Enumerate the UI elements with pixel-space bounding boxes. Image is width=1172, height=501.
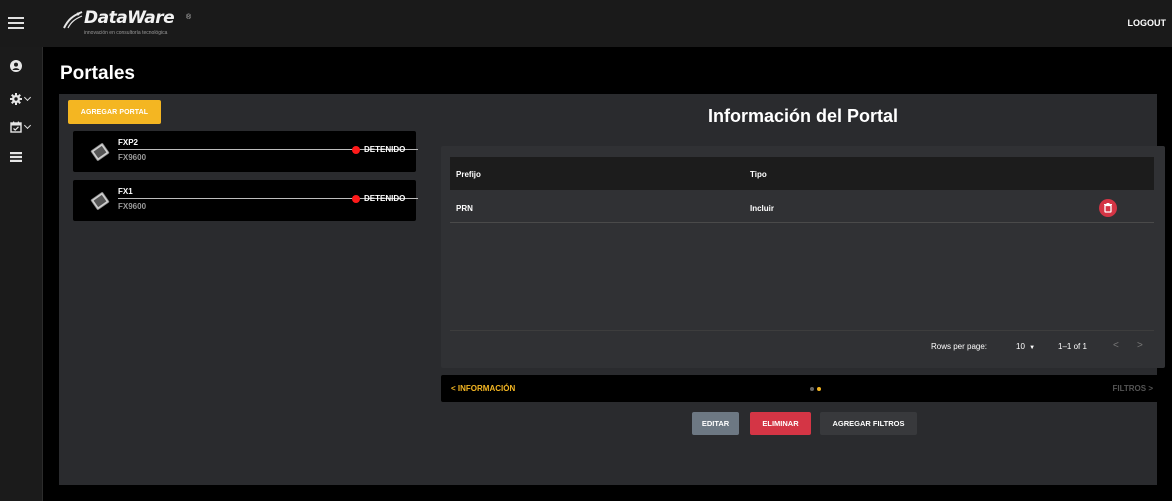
portal-name: FXP2 (118, 138, 139, 147)
logout-button[interactable]: LOGOUT (1128, 18, 1167, 28)
status-dot-stopped (352, 195, 360, 203)
table-header: Prefijo Tipo (450, 157, 1154, 190)
logo-registered-mark: ® (186, 14, 192, 21)
portal-card[interactable]: FXP2 FX9600 DETENIDO (73, 131, 418, 172)
portal-model: FX9600 (118, 202, 147, 211)
rows-per-page-select[interactable]: 10 ▼ (1016, 342, 1035, 351)
stepper-next-button[interactable]: FILTROS > (1112, 384, 1153, 393)
page-title: Portales (60, 63, 135, 84)
gear-icon (10, 93, 22, 105)
user-icon (10, 60, 22, 72)
cell-prefijo: PRN (456, 204, 473, 213)
table-row: PRN Incluir (450, 191, 1154, 223)
column-header-prefijo[interactable]: Prefijo (456, 170, 481, 179)
portal-model: FX9600 (118, 153, 147, 162)
stepper-back-button[interactable]: < INFORMACIÓN (451, 384, 515, 393)
stepper-next-label: FILTROS (1112, 384, 1147, 393)
calendar-check-icon (10, 121, 22, 133)
reader-device-icon (90, 192, 110, 210)
step-dot-inactive (810, 387, 814, 391)
sidebar-item-list[interactable] (10, 149, 40, 165)
column-header-tipo[interactable]: Tipo (750, 170, 767, 179)
side-navigation (0, 47, 43, 501)
sidebar-item-settings[interactable] (10, 91, 40, 107)
dataware-logo: DataWare ® innovación en consultoría tec… (62, 8, 192, 40)
logo-tagline: innovación en consultoría tecnológica (84, 30, 168, 36)
sidebar-item-calendar[interactable] (10, 119, 40, 135)
pagination-range: 1–1 of 1 (1058, 342, 1087, 351)
chevron-down-icon (23, 93, 32, 102)
logo-swoosh-icon (63, 11, 83, 29)
status-dot-stopped (352, 146, 360, 154)
portal-name: FX1 (118, 187, 133, 196)
next-page-icon[interactable]: > (1137, 340, 1143, 351)
step-navigator: < INFORMACIÓN FILTROS > (441, 375, 1165, 402)
rows-per-page-value: 10 (1016, 342, 1025, 351)
step-dot-active (817, 387, 821, 391)
portal-card[interactable]: FX1 FX9600 DETENIDO (73, 180, 418, 221)
sidebar-item-user[interactable] (10, 58, 40, 74)
previous-page-icon[interactable]: < (1113, 340, 1119, 351)
chevron-right-icon: > (1148, 384, 1153, 393)
caret-down-icon: ▼ (1029, 345, 1036, 351)
list-icon (10, 152, 22, 162)
info-section-title: Información del Portal (707, 106, 899, 126)
delete-button[interactable]: ELIMINAR (750, 412, 811, 435)
reader-device-icon (90, 143, 110, 161)
hamburger-menu-icon[interactable] (8, 14, 24, 32)
stepper-back-label: INFORMACIÓN (457, 384, 516, 393)
rows-per-page-label: Rows per page: (931, 342, 988, 351)
portal-status: DETENIDO (364, 194, 406, 203)
edit-button[interactable]: EDITAR (692, 412, 739, 435)
logo-wordmark: DataWare (84, 8, 175, 28)
add-filters-button[interactable]: AGREGAR FILTROS (820, 412, 917, 435)
chevron-down-icon (23, 121, 32, 130)
delete-row-button[interactable] (1099, 199, 1117, 217)
trash-icon (1104, 203, 1112, 213)
add-portal-button[interactable]: AGREGAR PORTAL (68, 100, 161, 124)
table-footer-divider (450, 330, 1154, 331)
top-bar: DataWare ® innovación en consultoría tec… (0, 0, 1172, 47)
portal-status: DETENIDO (364, 145, 406, 154)
cell-tipo: Incluir (750, 204, 775, 213)
chevron-left-icon: < (451, 384, 456, 393)
